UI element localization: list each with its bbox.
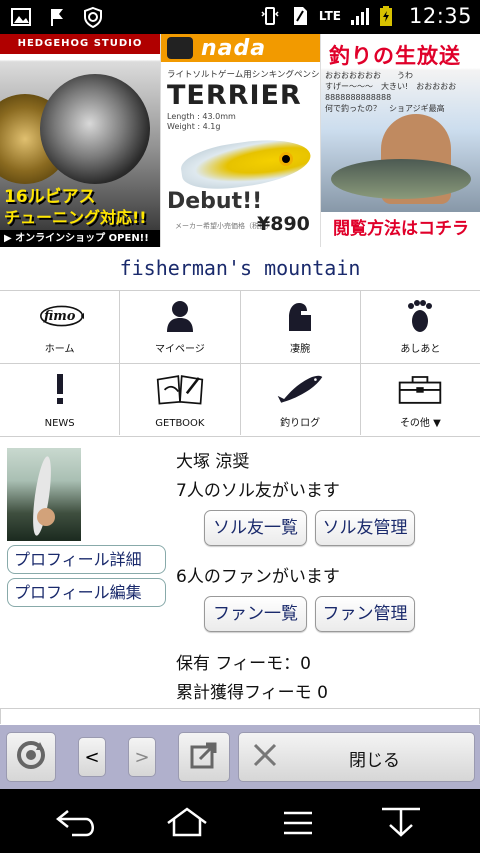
buddy-count-text: 7人のソル友がいます (176, 481, 340, 501)
image-icon (10, 6, 32, 28)
nav-item-fishing-log[interactable]: 釣りログ (240, 364, 360, 437)
buddy-manage-button[interactable]: ソル友管理 (315, 510, 415, 546)
signal-icon (349, 5, 371, 27)
nav-item-mypage[interactable]: マイページ (120, 291, 240, 363)
share-button[interactable] (178, 732, 230, 782)
chat-line: 8888888888888 (325, 93, 392, 102)
vibrate-icon (259, 5, 281, 27)
product-price: ¥890 (257, 213, 310, 235)
close-button[interactable]: 閉じる (238, 732, 475, 782)
reload-icon (14, 738, 48, 776)
brand-logo: nada (201, 36, 267, 61)
browser-toolbar: < > 閉じる (0, 725, 480, 789)
nav-item-more[interactable]: その他 ▼ (360, 364, 480, 437)
banner-subtitle: ライトソルトゲーム用シンキングペンシル (167, 70, 320, 80)
chat-line: おおおおおおお うわ (325, 71, 413, 80)
buddy-list-button[interactable]: ソル友一覧 (204, 510, 307, 546)
nav-item-home[interactable]: fimo ホーム (0, 291, 120, 363)
battery-icon (379, 5, 401, 27)
system-nav-bar (0, 789, 480, 853)
home-icon[interactable] (164, 805, 210, 839)
flag-icon (46, 6, 68, 28)
nav-label: マイページ (154, 344, 205, 355)
profile-detail-button[interactable]: プロフィール詳細 (7, 545, 166, 574)
forward-button[interactable]: > (128, 737, 156, 777)
nav-label: GETBOOK (155, 418, 205, 429)
avatar[interactable] (7, 448, 81, 541)
menu-icon[interactable] (276, 805, 322, 839)
content-divider (0, 708, 480, 724)
nav-label: あしあと (400, 344, 441, 355)
profile-section: プロフィール詳細 プロフィール編集 大塚 涼奨 7人のソル友がいます ソル友一覧… (0, 436, 480, 706)
reload-button[interactable] (6, 732, 56, 782)
status-bar: LTE 12:35 (0, 0, 480, 34)
lure-image (178, 133, 314, 195)
holding-fimo-text: 保有 フィーモ：0 (176, 654, 311, 674)
nav-label: ホーム (44, 344, 75, 355)
exclamation-icon (36, 372, 84, 406)
debut-text: Debut!! (167, 189, 263, 214)
profile-edit-button[interactable]: プロフィール編集 (7, 578, 166, 607)
ad-banners: HEDGEHOG STUDIO 16ルビアス チューニング対応!! ▶ オンライ… (0, 34, 480, 247)
angler-photo (37, 508, 55, 526)
share-icon (188, 739, 220, 775)
footprint-icon (396, 299, 444, 333)
network-type: LTE (318, 9, 341, 23)
clock: 12:35 (408, 4, 472, 28)
nav-grid: fimo ホーム マイページ 凄腕 あしあと NEWS GETBOOK 釣りログ… (0, 290, 480, 437)
close-label: 閉じる (349, 751, 400, 771)
banner-brand-strip: HEDGEHOG STUDIO (0, 34, 160, 54)
chat-overlay: おおおおおおお うわ すげー～～～ 大きい! おおおおお 88888888888… (325, 70, 477, 114)
banner-subheadline: チューニング対応!! (4, 208, 147, 227)
close-icon (251, 741, 279, 773)
spec-weight: Weight : 4.1g (167, 122, 221, 131)
spec-length: Length : 43.0mm (167, 112, 236, 121)
fan-count-text: 6人のファンがいます (176, 567, 340, 587)
banner-live-stream[interactable]: 釣りの生放送 おおおおおおお うわ すげー～～～ 大きい! おおおおお 8888… (320, 34, 480, 247)
nav-item-footprints[interactable]: あしあと (360, 291, 480, 363)
nav-label: NEWS (44, 418, 75, 429)
banner-nada-terrier[interactable]: nada ライトソルトゲーム用シンキングペンシル TERRIER Length … (160, 34, 320, 247)
fish-icon (276, 372, 324, 406)
product-spec: Length : 43.0mm Weight : 4.1g (167, 112, 236, 132)
fish-image (331, 159, 471, 199)
banner-caption: 閲覧方法はコチラ (321, 212, 480, 247)
nada-logo-icon (167, 37, 193, 59)
user-name: 大塚 涼奨 (176, 452, 250, 472)
book-icon (156, 372, 204, 406)
site-title: fisherman's mountain (119, 256, 361, 280)
banner-hedgehog-studio[interactable]: HEDGEHOG STUDIO 16ルビアス チューニング対応!! ▶ オンライ… (0, 34, 160, 247)
reel-image (40, 74, 150, 184)
nav-item-expert[interactable]: 凄腕 (240, 291, 360, 363)
product-name: TERRIER (167, 80, 302, 111)
nav-item-getbook[interactable]: GETBOOK (120, 364, 240, 437)
svg-text:fimo: fimo (43, 309, 76, 324)
banner-footer: ▶ オンラインショップ OPEN!! (0, 230, 160, 247)
person-icon (156, 299, 204, 333)
lure-eye (279, 152, 293, 166)
back-arrow-icon[interactable] (54, 805, 100, 839)
fan-list-button[interactable]: ファン一覧 (204, 596, 307, 632)
fan-manage-button[interactable]: ファン管理 (315, 596, 415, 632)
banner-title: 釣りの生放送 (329, 44, 461, 68)
nav-label: 凄腕 (290, 344, 311, 355)
nav-item-news[interactable]: NEWS (0, 364, 120, 437)
chat-line: 何で釣ったの？ ショアジギ最高 (325, 104, 445, 113)
hide-keyboard-icon[interactable] (378, 805, 424, 839)
sim-icon (289, 5, 311, 27)
nav-label: その他 ▼ (399, 418, 441, 429)
shield-icon (82, 6, 104, 29)
nav-label: 釣りログ (280, 418, 321, 429)
toolbox-icon (396, 372, 444, 406)
chat-line: すげー～～～ 大きい! おおおおお (325, 82, 457, 91)
fimo-logo-icon: fimo (36, 299, 84, 333)
back-button[interactable]: < (78, 737, 106, 777)
arm-icon (276, 299, 324, 333)
earned-fimo-text: 累計獲得フィーモ 0 (176, 683, 328, 703)
